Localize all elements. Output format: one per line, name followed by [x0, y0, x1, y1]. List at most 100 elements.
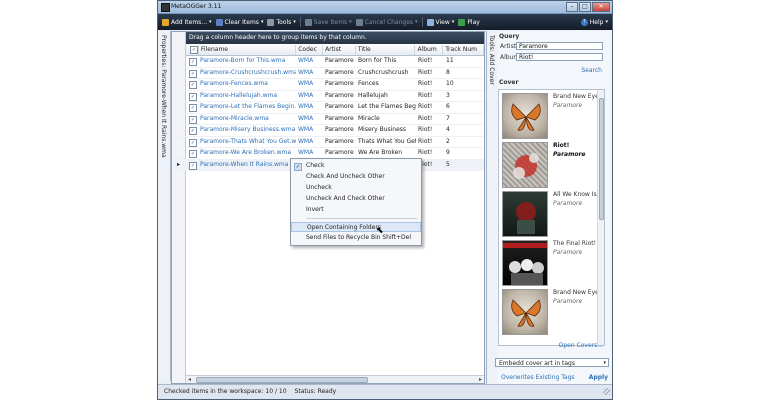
toolbar-button-1[interactable]: Clear Items ▾ — [215, 18, 263, 26]
cell-filename[interactable]: Paramore-Fences.wma — [198, 79, 296, 90]
cell-album[interactable]: Riot! — [416, 79, 444, 90]
cover-scrollbar[interactable] — [597, 90, 604, 345]
menu-item-invert[interactable]: Invert — [291, 205, 421, 215]
check-all-box[interactable]: ✓ — [190, 46, 198, 54]
cell-filename[interactable]: Paramore-Born for This.wma — [198, 56, 296, 67]
column-header-album[interactable]: Album — [415, 45, 444, 55]
column-header-filename[interactable]: Filename — [199, 45, 297, 55]
menu-item-open-containing-folders[interactable]: Open Containing Folders — [291, 222, 421, 232]
menu-item-uncheck[interactable]: Uncheck — [291, 183, 421, 193]
column-header-title[interactable]: Title — [356, 45, 416, 55]
cell-artist[interactable]: Paramore — [323, 125, 356, 136]
group-by-area[interactable]: Drag a column header here to group items… — [186, 32, 484, 44]
cell-codec[interactable]: WMA — [296, 79, 323, 90]
row-checkbox[interactable]: ✓ — [189, 81, 197, 89]
cell-title[interactable]: Crushcrushcrush — [356, 68, 416, 79]
cell-artist[interactable]: Paramore — [323, 56, 356, 67]
table-row[interactable]: ✓ Paramore-Miracle.wma WMA Paramore Miracle R… — [172, 114, 485, 125]
row-checkbox[interactable]: ✓ — [189, 150, 197, 158]
table-row[interactable]: ✓ Paramore-Crushcrushcrush.wma WMA Paramore… — [172, 68, 484, 79]
table-row[interactable]: ✓ Paramore-Thats What You Get.wma WMA Param… — [172, 137, 484, 148]
cell-artist[interactable]: Paramore — [323, 68, 356, 79]
cell-filename[interactable]: Paramore-When It Rains.wma — [198, 160, 296, 171]
cell-artist[interactable]: Paramore — [323, 79, 356, 90]
cell-title[interactable]: Hallelujah — [356, 91, 416, 102]
row-selector[interactable] — [172, 148, 185, 159]
cell-track[interactable]: 6 — [444, 102, 485, 113]
cell-album[interactable]: Riot! — [416, 56, 444, 67]
row-selector[interactable] — [172, 56, 185, 67]
cell-codec[interactable]: WMA — [296, 114, 323, 125]
row-checkbox[interactable]: ✓ — [189, 115, 197, 124]
cell-track[interactable]: 4 — [444, 125, 485, 136]
cell-filename[interactable]: Paramore-Misery Business.wma — [198, 125, 296, 136]
row-selector[interactable] — [172, 91, 185, 102]
cell-title[interactable]: Miracle — [356, 114, 416, 125]
cell-title[interactable]: Born for This — [356, 56, 416, 67]
cell-title[interactable]: Let the Flames Begin — [356, 102, 416, 113]
apply-link[interactable]: Apply — [589, 374, 608, 381]
cell-filename[interactable]: Paramore-Miracle.wma — [198, 114, 296, 125]
cell-filename[interactable]: Paramore-Let the Flames Begin.wma — [198, 102, 296, 113]
cell-title[interactable]: Fences — [356, 79, 416, 90]
toolbar-button-5[interactable]: View ▾ — [426, 18, 454, 26]
menu-item-check[interactable]: ✓ Check — [291, 161, 421, 171]
cell-artist[interactable]: Paramore — [323, 102, 356, 113]
cell-track[interactable]: 10 — [444, 79, 485, 90]
cell-codec[interactable]: WMA — [296, 125, 323, 136]
toolbar-button-0[interactable]: Add Items... ▾ — [162, 18, 212, 26]
cell-album[interactable]: Riot! — [416, 114, 444, 125]
current-row-indicator[interactable]: ▸ — [172, 160, 185, 171]
toolbar-button-6[interactable]: Play — [458, 18, 480, 26]
cell-filename[interactable]: Paramore-Thats What You Get.wma — [198, 137, 296, 148]
cell-codec[interactable]: WMA — [296, 68, 323, 79]
row-checkbox[interactable]: ✓ — [189, 161, 197, 170]
cell-artist[interactable]: Paramore — [323, 148, 356, 159]
row-checkbox[interactable]: ✓ — [189, 69, 197, 78]
table-row[interactable]: ✓ Paramore-Misery Business.wma WMA Paramore… — [172, 125, 484, 137]
close-button[interactable]: ✕ — [592, 2, 610, 12]
artist-field[interactable]: Paramore — [516, 42, 603, 50]
column-header-track-num[interactable]: Track Num — [443, 45, 484, 55]
maximize-button[interactable]: □ — [579, 2, 591, 12]
cell-codec[interactable]: WMA — [296, 148, 323, 159]
cell-track[interactable]: 9 — [444, 148, 485, 159]
cell-codec[interactable]: WMA — [296, 137, 323, 148]
row-selector[interactable] — [172, 68, 185, 79]
cell-filename[interactable]: Paramore-Hallelujah.wma — [198, 91, 296, 102]
row-selector[interactable] — [172, 125, 185, 136]
cell-track[interactable]: 5 — [444, 160, 485, 171]
header-check-all[interactable]: ✓ — [186, 45, 199, 55]
cell-filename[interactable]: Paramore-Crushcrushcrush.wma — [198, 68, 296, 79]
row-checkbox[interactable]: ✓ — [189, 127, 197, 135]
cell-album[interactable]: Riot! — [416, 68, 444, 79]
cell-album[interactable]: Riot! — [416, 125, 444, 136]
menu-item-check-uncheck-other[interactable]: Check And Uncheck Other — [291, 172, 421, 182]
cell-track[interactable]: 7 — [444, 114, 485, 125]
row-checkbox[interactable]: ✓ — [189, 92, 197, 101]
row-checkbox[interactable]: ✓ — [189, 104, 197, 112]
resize-grip[interactable] — [603, 388, 610, 395]
cell-title[interactable]: We Are Broken — [356, 148, 416, 159]
album-field[interactable]: Riot! — [516, 53, 603, 61]
embed-cover-select[interactable]: Embedd cover art in tags ▾ — [495, 358, 609, 367]
row-selector[interactable] — [172, 114, 185, 125]
row-checkbox[interactable]: ✓ — [189, 138, 197, 147]
cell-codec[interactable]: WMA — [296, 91, 323, 102]
toolbar-button-4[interactable]: Cancel Changes ▾ — [355, 18, 418, 26]
overwrite-tags-option[interactable]: Overwrites Existing Tags — [501, 374, 575, 381]
menu-item-send-to-recycle-bin[interactable]: Send Files to Recycle Bin Shift+Del — [291, 233, 421, 243]
cell-album[interactable]: Riot! — [416, 137, 444, 148]
row-checkbox[interactable]: ✓ — [189, 58, 197, 66]
toolbar-button-2[interactable]: Tools ▾ — [267, 18, 296, 26]
cell-album[interactable]: Riot! — [416, 91, 444, 102]
toolbar-button-3[interactable]: Save Items ▾ — [304, 18, 352, 26]
scroll-thumb[interactable] — [599, 98, 604, 220]
cell-album[interactable]: Riot! — [416, 148, 444, 159]
menu-item-uncheck-check-other[interactable]: Uncheck And Check Other — [291, 194, 421, 204]
cell-codec[interactable]: WMA — [296, 56, 323, 67]
open-covers-link[interactable]: Open Covers... — [559, 342, 603, 349]
table-row[interactable]: ✓ Paramore-Fences.wma WMA Paramore Fences Rio… — [172, 79, 484, 91]
minimize-button[interactable]: – — [566, 2, 578, 12]
help-button[interactable]: ? Help ▾ — [580, 14, 608, 30]
